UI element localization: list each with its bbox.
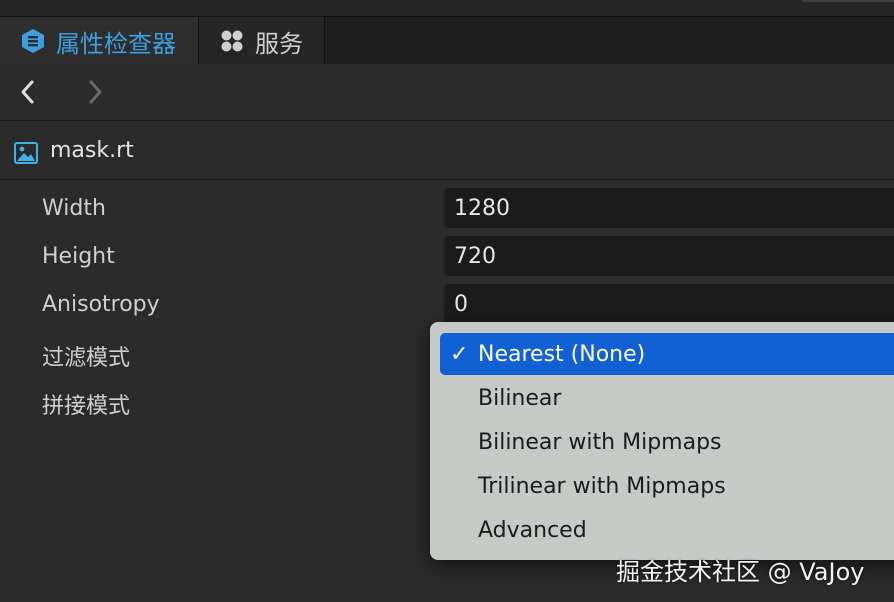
dropdown-option-advanced[interactable]: Advanced xyxy=(440,509,894,551)
width-label: Width xyxy=(42,196,106,221)
dropdown-option-label: Bilinear xyxy=(478,385,562,411)
tab-services[interactable]: 服务 xyxy=(198,17,325,65)
dropdown-option-trilinear-mipmaps[interactable]: Trilinear with Mipmaps xyxy=(440,465,894,507)
asset-header xyxy=(0,122,894,180)
chevron-left-icon xyxy=(21,80,34,104)
tab-bar: 属性检查器 服务 xyxy=(0,16,894,65)
dropdown-option-nearest[interactable]: ✓ Nearest (None) xyxy=(440,333,894,375)
window-top-strip xyxy=(0,0,894,16)
dropdown-option-label: Trilinear with Mipmaps xyxy=(478,473,726,499)
filter-mode-dropdown-menu: ✓ Nearest (None) Bilinear Bilinear with … xyxy=(430,322,894,560)
width-field[interactable]: 1280 xyxy=(444,188,894,228)
dropdown-option-label: Nearest (None) xyxy=(478,341,646,367)
top-strip-mark xyxy=(802,0,894,2)
watermark: 掘金技术社区 @ VaJoy xyxy=(616,558,865,586)
dropdown-option-bilinear[interactable]: Bilinear xyxy=(440,377,894,419)
tab-inspector-label: 属性检查器 xyxy=(56,29,176,58)
height-label: Height xyxy=(42,244,115,269)
asset-name: mask.rt xyxy=(50,138,134,163)
filter-mode-label: 过滤模式 xyxy=(42,346,131,371)
services-grid-icon xyxy=(219,28,245,54)
checkmark-icon: ✓ xyxy=(450,341,469,367)
chevron-right-icon xyxy=(89,80,102,104)
wrap-mode-label: 拼接模式 xyxy=(42,394,131,419)
back-button[interactable] xyxy=(15,78,41,106)
anisotropy-label: Anisotropy xyxy=(42,292,160,317)
dropdown-option-label: Bilinear with Mipmaps xyxy=(478,429,722,455)
inspector-hex-icon xyxy=(20,28,46,54)
navigation-bar xyxy=(0,64,894,121)
dropdown-option-label: Advanced xyxy=(478,517,587,543)
tab-services-label: 服务 xyxy=(255,29,303,58)
dropdown-option-bilinear-mipmaps[interactable]: Bilinear with Mipmaps xyxy=(440,421,894,463)
height-field[interactable]: 720 xyxy=(444,236,894,276)
forward-button[interactable] xyxy=(82,78,108,106)
anisotropy-field[interactable]: 0 xyxy=(444,284,894,324)
tab-inspector[interactable]: 属性检查器 xyxy=(0,17,198,65)
image-icon xyxy=(14,142,38,164)
